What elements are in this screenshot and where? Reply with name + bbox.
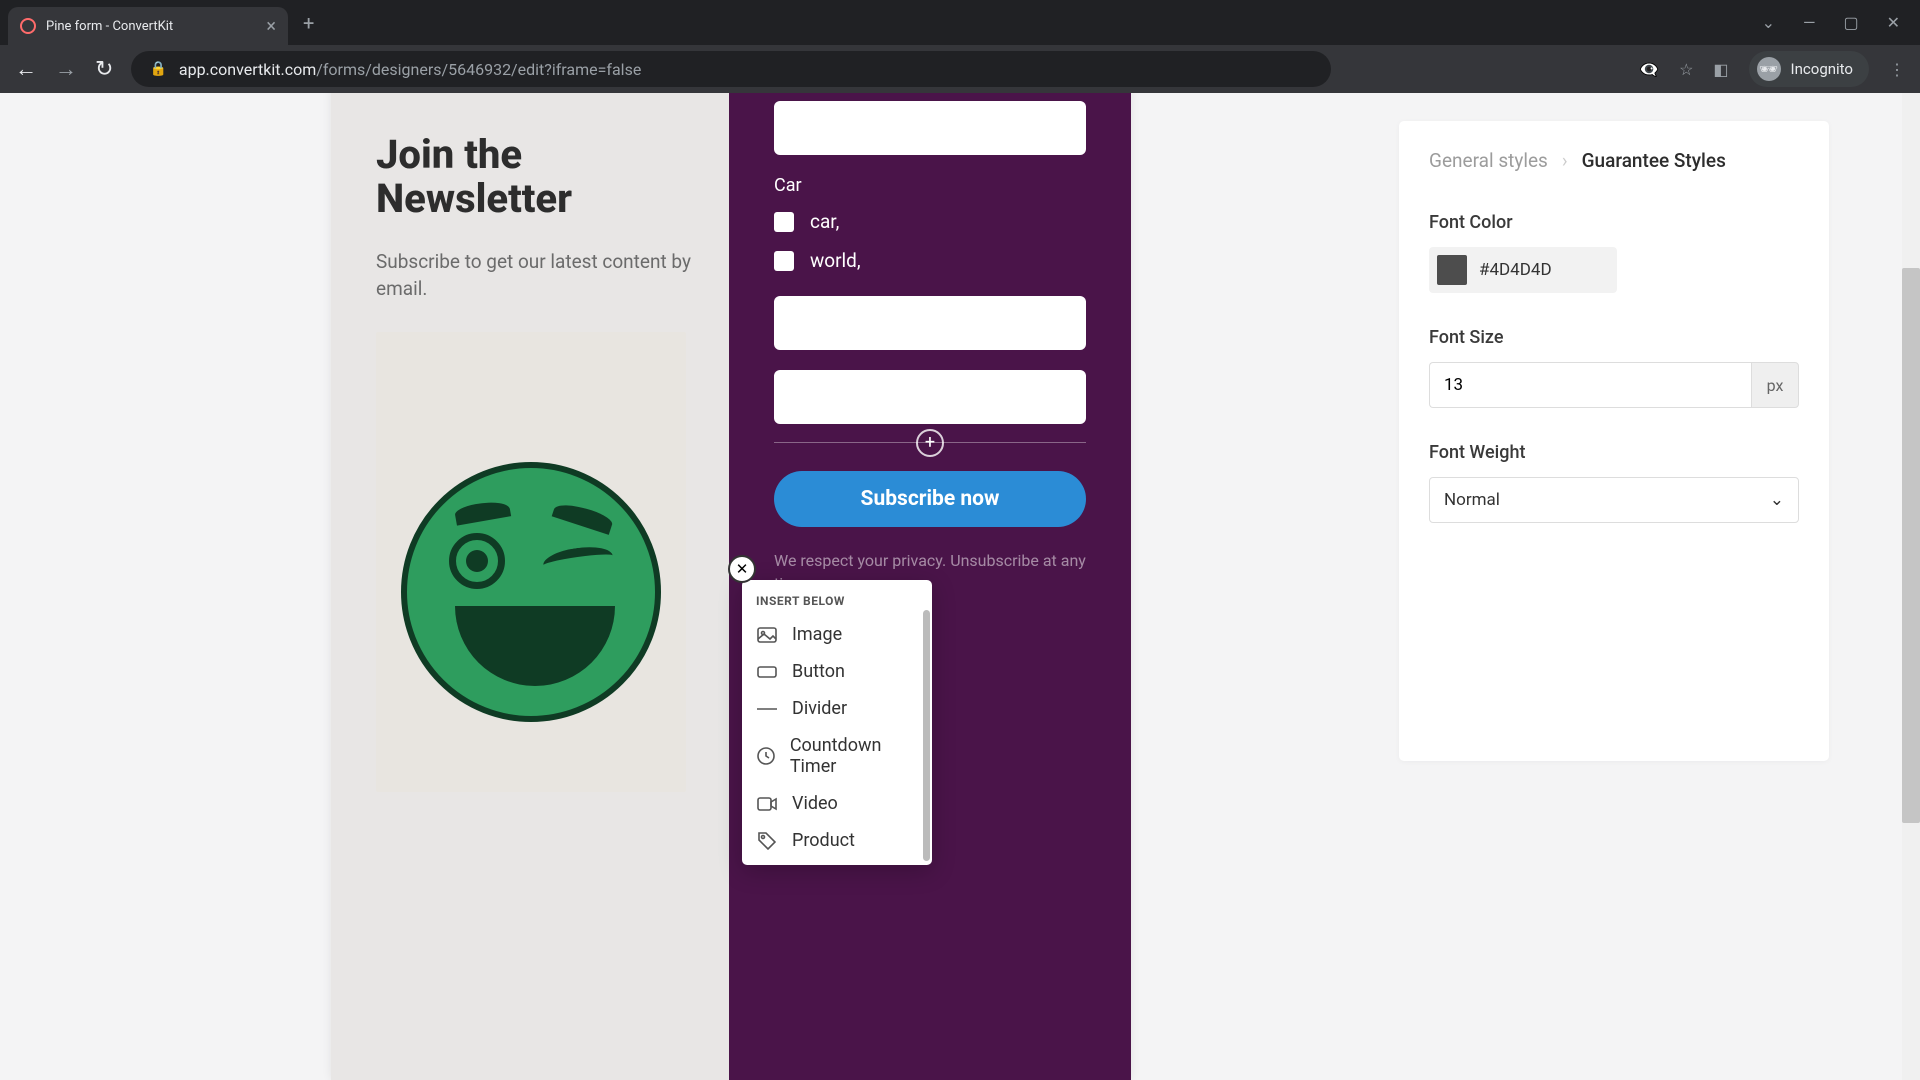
- tab-title: Pine form - ConvertKit: [46, 19, 256, 34]
- side-panel-icon[interactable]: ◧: [1713, 60, 1728, 79]
- editor-canvas: Join the Newsletter Subscribe to get our…: [91, 93, 1371, 1080]
- new-tab-button[interactable]: +: [303, 11, 314, 35]
- insert-item-countdown[interactable]: Countdown Timer: [742, 727, 932, 785]
- insert-item-button[interactable]: Button: [742, 653, 932, 690]
- insert-menu: INSERT BELOW Image Button Divider: [742, 580, 932, 865]
- color-picker[interactable]: #4D4D4D: [1429, 247, 1617, 293]
- tag-icon: [756, 832, 778, 850]
- breadcrumb-parent[interactable]: General styles: [1429, 149, 1548, 172]
- chevron-down-icon: ⌄: [1770, 490, 1784, 510]
- add-element-button[interactable]: +: [916, 429, 944, 457]
- forward-button[interactable]: →: [55, 56, 77, 82]
- form-heading[interactable]: Join the Newsletter: [376, 133, 694, 221]
- style-sidebar: General styles › Guarantee Styles Font C…: [1399, 121, 1829, 761]
- menu-item-label: Video: [792, 793, 838, 814]
- bookmark-icon[interactable]: ☆: [1679, 60, 1693, 79]
- breadcrumb: General styles › Guarantee Styles: [1429, 149, 1799, 172]
- font-size-label: Font Size: [1429, 327, 1799, 348]
- button-icon: [756, 666, 778, 678]
- chevron-down-icon[interactable]: ⌄: [1762, 13, 1775, 32]
- checkbox-label: car,: [810, 210, 839, 233]
- insert-item-video[interactable]: Video: [742, 785, 932, 822]
- checkbox-icon[interactable]: [774, 212, 794, 232]
- window-controls: ⌄ — ▢ ✕: [1762, 13, 1920, 32]
- browser-tab[interactable]: Pine form - ConvertKit ×: [8, 7, 288, 45]
- hex-value: #4D4D4D: [1479, 260, 1552, 280]
- checkbox-group-label[interactable]: Car: [774, 175, 1086, 196]
- breadcrumb-current: Guarantee Styles: [1582, 149, 1726, 172]
- popup-scrollbar[interactable]: [923, 610, 930, 861]
- address-bar[interactable]: 🔒 app.convertkit.com/forms/designers/564…: [131, 51, 1331, 87]
- subscribe-button[interactable]: Subscribe now: [774, 471, 1086, 527]
- video-icon: [756, 797, 778, 811]
- checkbox-row[interactable]: car,: [774, 210, 1086, 233]
- menu-icon[interactable]: ⋮: [1889, 60, 1905, 79]
- checkbox-icon[interactable]: [774, 251, 794, 271]
- eye-off-icon[interactable]: 👁‍🗨: [1639, 60, 1659, 79]
- form-left-pane: Join the Newsletter Subscribe to get our…: [331, 93, 729, 1080]
- form-right-pane: Car car, world, + Subscribe now We respe: [729, 93, 1131, 1080]
- page-scrollbar[interactable]: [1902, 93, 1920, 1080]
- insert-divider: +: [774, 442, 1086, 443]
- close-popup-button[interactable]: ✕: [728, 555, 756, 583]
- reload-button[interactable]: ↻: [95, 57, 113, 82]
- browser-tab-strip: Pine form - ConvertKit × + ⌄ — ▢ ✕: [0, 0, 1920, 45]
- insert-item-divider[interactable]: Divider: [742, 690, 932, 727]
- font-weight-label: Font Weight: [1429, 442, 1799, 463]
- select-value: Normal: [1444, 490, 1500, 510]
- incognito-icon: 🕶: [1757, 57, 1781, 81]
- incognito-label: Incognito: [1791, 60, 1853, 78]
- text-input-2[interactable]: [774, 296, 1086, 350]
- font-size-unit: px: [1751, 362, 1799, 408]
- chevron-right-icon: ›: [1562, 149, 1568, 172]
- form-card: Join the Newsletter Subscribe to get our…: [331, 93, 1131, 1080]
- checkbox-row[interactable]: world,: [774, 249, 1086, 272]
- text-input-3[interactable]: [774, 370, 1086, 424]
- smiley-illustration: [401, 462, 661, 722]
- insert-item-image[interactable]: Image: [742, 616, 932, 653]
- back-button[interactable]: ←: [15, 56, 37, 82]
- text-input-1[interactable]: [774, 101, 1086, 155]
- tab-close-icon[interactable]: ×: [266, 16, 276, 37]
- font-color-label: Font Color: [1429, 212, 1799, 233]
- clock-icon: [756, 747, 776, 765]
- lock-icon: 🔒: [149, 61, 166, 77]
- checkbox-label: world,: [810, 249, 861, 272]
- page-body: Join the Newsletter Subscribe to get our…: [0, 93, 1920, 1080]
- window-close-icon[interactable]: ✕: [1887, 13, 1900, 32]
- image-icon: [756, 627, 778, 643]
- hero-image[interactable]: [376, 332, 686, 792]
- menu-item-label: Divider: [792, 698, 847, 719]
- window-maximize-icon[interactable]: ▢: [1843, 13, 1858, 32]
- font-size-input[interactable]: [1429, 362, 1751, 408]
- favicon-icon: [20, 18, 36, 34]
- divider-icon: [756, 707, 778, 711]
- url-text: app.convertkit.com/forms/designers/56469…: [179, 60, 641, 79]
- form-subtitle[interactable]: Subscribe to get our latest content by e…: [376, 249, 694, 302]
- menu-item-label: Product: [792, 830, 855, 851]
- menu-item-label: Countdown Timer: [790, 735, 918, 777]
- menu-item-label: Button: [792, 661, 845, 682]
- window-minimize-icon[interactable]: —: [1803, 13, 1816, 32]
- insert-item-product[interactable]: Product: [742, 822, 932, 859]
- font-size-field: px: [1429, 362, 1799, 408]
- color-swatch: [1437, 255, 1467, 285]
- scrollbar-thumb[interactable]: [1902, 268, 1920, 823]
- font-weight-select[interactable]: Normal ⌄: [1429, 477, 1799, 523]
- insert-menu-header: INSERT BELOW: [742, 580, 932, 616]
- incognito-indicator[interactable]: 🕶 Incognito: [1749, 51, 1869, 87]
- menu-item-label: Image: [792, 624, 842, 645]
- browser-toolbar: ← → ↻ 🔒 app.convertkit.com/forms/designe…: [0, 45, 1920, 93]
